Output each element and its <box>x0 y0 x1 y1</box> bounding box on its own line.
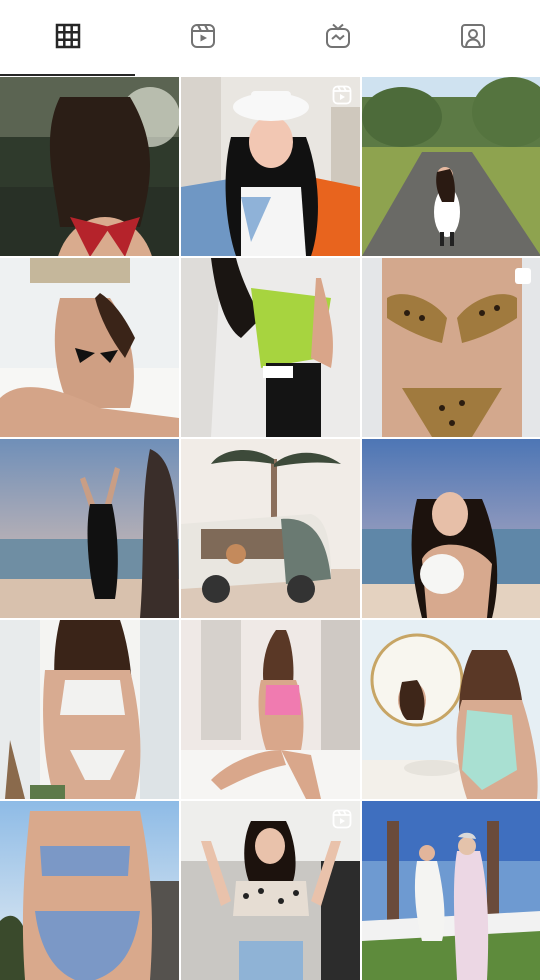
post-thumbnail-6[interactable] <box>362 258 540 437</box>
tab-tagged[interactable] <box>405 0 540 76</box>
post-image-3 <box>362 77 540 256</box>
post-image-1 <box>0 77 179 256</box>
post-image-4 <box>0 258 179 437</box>
post-image-9 <box>362 439 540 618</box>
grid-icon <box>54 22 82 55</box>
post-thumbnail-12[interactable] <box>362 620 540 799</box>
post-thumbnail-15[interactable] <box>362 801 540 980</box>
post-image-11 <box>181 620 360 799</box>
post-thumbnail-4[interactable] <box>0 258 179 437</box>
post-thumbnail-14[interactable] <box>181 801 360 980</box>
post-image-8 <box>181 439 360 618</box>
tagged-user-icon <box>459 22 487 55</box>
post-thumbnail-13[interactable] <box>0 801 179 980</box>
igtv-icon <box>324 22 352 55</box>
post-image-13 <box>0 801 179 980</box>
post-thumbnail-5[interactable] <box>181 258 360 437</box>
post-thumbnail-7[interactable] <box>0 439 179 618</box>
post-thumbnail-10[interactable] <box>0 620 179 799</box>
post-image-10 <box>0 620 179 799</box>
post-thumbnail-8[interactable] <box>181 439 360 618</box>
post-thumbnail-9[interactable] <box>362 439 540 618</box>
reels-icon <box>332 809 352 829</box>
carousel-icon <box>513 266 533 286</box>
post-image-12 <box>362 620 540 799</box>
reels-icon <box>332 85 352 105</box>
post-image-15 <box>362 801 540 980</box>
posts-grid <box>0 77 540 980</box>
reels-icon <box>189 22 217 55</box>
post-thumbnail-1[interactable] <box>0 77 179 256</box>
post-image-5 <box>181 258 360 437</box>
tab-guides[interactable] <box>270 0 405 76</box>
profile-tab-bar <box>0 0 540 76</box>
post-thumbnail-3[interactable] <box>362 77 540 256</box>
post-thumbnail-11[interactable] <box>181 620 360 799</box>
post-thumbnail-2[interactable] <box>181 77 360 256</box>
tab-reels[interactable] <box>135 0 270 76</box>
post-image-7 <box>0 439 179 618</box>
active-tab-indicator <box>0 74 135 76</box>
tab-grid[interactable] <box>0 0 135 76</box>
